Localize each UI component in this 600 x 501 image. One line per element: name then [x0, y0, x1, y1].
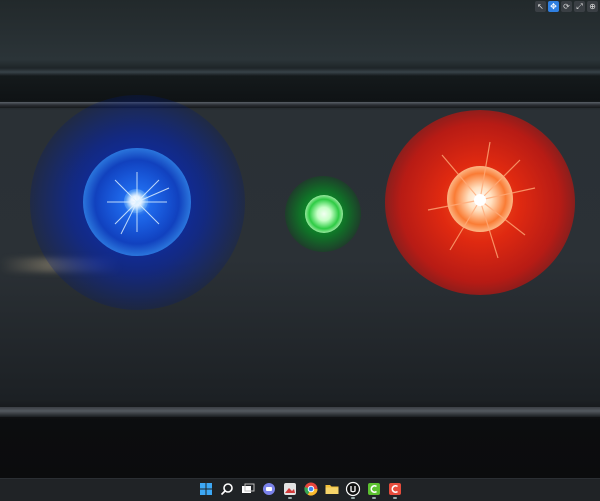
- unreal-engine-icon[interactable]: [345, 481, 361, 499]
- file-explorer-icon[interactable]: [324, 481, 340, 497]
- photos-app-icon[interactable]: [282, 481, 298, 499]
- windows-taskbar: [0, 478, 600, 501]
- camtasia-red-icon[interactable]: [387, 481, 403, 499]
- start-windows-icon[interactable]: [198, 481, 214, 497]
- select-mode-icon[interactable]: ↖: [535, 1, 546, 12]
- rotate-mode-icon[interactable]: ⟳: [561, 1, 572, 12]
- taskbar-icons: [198, 481, 403, 499]
- blue-light-flare: [107, 172, 170, 235]
- search-icon[interactable]: [219, 481, 235, 497]
- task-view-icon[interactable]: [240, 481, 256, 497]
- editor-viewport[interactable]: ↖ ✥ ⟳ ⤢ ⊕: [0, 0, 600, 478]
- upper-wall-glow: [0, 68, 600, 76]
- camtasia-green-icon[interactable]: [366, 481, 382, 499]
- green-light-ring[interactable]: [305, 195, 343, 233]
- lower-wall-rail: [0, 407, 600, 417]
- world-space-icon[interactable]: ⊕: [587, 1, 598, 12]
- move-mode-icon[interactable]: ✥: [548, 1, 559, 12]
- scale-mode-icon[interactable]: ⤢: [574, 1, 585, 12]
- red-light-flare: [427, 141, 536, 259]
- chat-icon[interactable]: [261, 481, 277, 497]
- viewport-toolbar: ↖ ✥ ⟳ ⤢ ⊕: [533, 0, 600, 16]
- chrome-browser-icon[interactable]: [303, 481, 319, 497]
